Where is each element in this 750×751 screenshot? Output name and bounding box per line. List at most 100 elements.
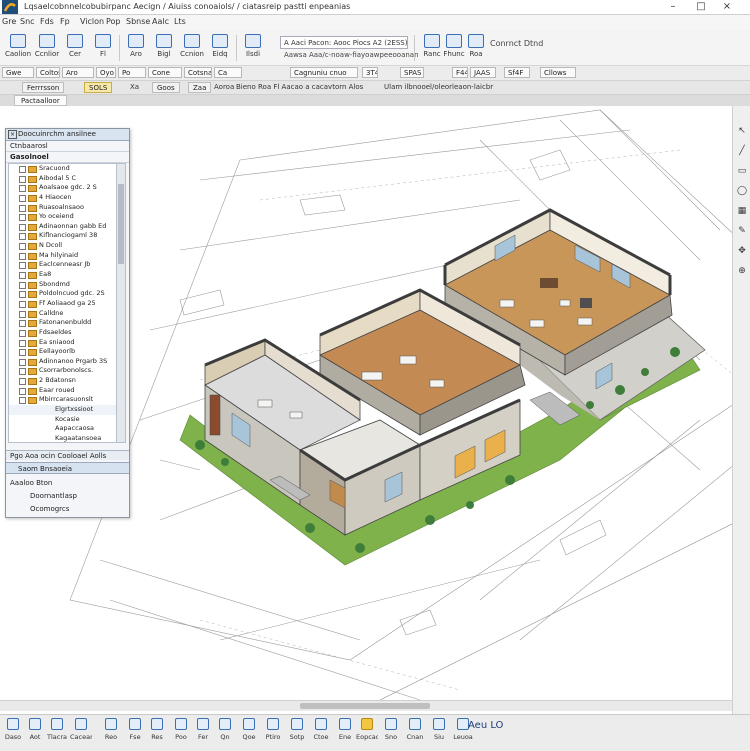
scrollbar-thumb[interactable] xyxy=(118,184,124,264)
bottom-tool-button[interactable]: Reo xyxy=(100,718,122,748)
menu-item[interactable]: Pop xyxy=(106,17,121,26)
option-field[interactable]: Po xyxy=(118,67,146,78)
layer-row[interactable]: Aibodal 5 C xyxy=(9,174,116,184)
bottom-tool-button[interactable]: Daso xyxy=(2,718,24,748)
visibility-checkbox[interactable] xyxy=(19,243,26,251)
layer-row[interactable]: Eaar roued xyxy=(9,386,116,396)
layer-row[interactable]: Mbirrcarasuonslt xyxy=(9,395,116,405)
grid-icon[interactable]: ▦ xyxy=(737,206,747,216)
option-field[interactable]: Sf4F xyxy=(504,67,530,78)
visibility-checkbox[interactable] xyxy=(19,272,26,280)
visibility-checkbox[interactable] xyxy=(19,378,26,386)
section-item[interactable]: Ocomogrcs xyxy=(30,505,69,513)
visibility-checkbox[interactable] xyxy=(19,262,26,270)
visibility-checkbox[interactable] xyxy=(19,214,26,222)
bottom-tool-button[interactable]: Ctoe xyxy=(310,718,332,748)
menu-item[interactable]: Lts xyxy=(174,17,186,26)
bottom-tool-button[interactable]: Sno xyxy=(380,718,402,748)
bottom-tool-button[interactable]: Tlacra xyxy=(46,718,68,748)
option-field[interactable]: Oyo xyxy=(96,67,116,78)
zoom-icon[interactable]: ⊕ xyxy=(737,266,747,276)
layer-row[interactable]: Fdsaeldes xyxy=(9,328,116,338)
option-field[interactable]: Cotsna xyxy=(184,67,212,78)
visibility-checkbox[interactable] xyxy=(19,204,26,212)
bottom-tool-button[interactable]: Fse xyxy=(124,718,146,748)
layer-subitem[interactable]: Kocasie xyxy=(9,415,116,425)
rectangle-icon[interactable]: ▭ xyxy=(737,166,747,176)
canvas-horizontal-scrollbar[interactable] xyxy=(0,700,732,711)
visibility-checkbox[interactable] xyxy=(19,194,26,202)
panel-scrollbar[interactable] xyxy=(116,163,126,443)
layer-row[interactable]: Csorrarbonolscs. xyxy=(9,366,116,376)
panel-section-header[interactable]: Saom Bnsaoeia xyxy=(6,462,129,474)
visibility-checkbox[interactable] xyxy=(19,320,26,328)
option-field[interactable]: JAAS xyxy=(470,67,496,78)
cursor-icon[interactable]: ↖ xyxy=(737,126,747,136)
bottom-tool-button[interactable]: Ene xyxy=(334,718,356,748)
menu-item[interactable]: Sbnse xyxy=(126,17,150,26)
bottom-tool-button[interactable]: Sotp xyxy=(286,718,308,748)
layer-subitem[interactable]: Elgrtxssioot xyxy=(9,405,116,415)
view-tab-active[interactable]: SOLS xyxy=(84,82,113,93)
visibility-checkbox[interactable] xyxy=(19,223,26,231)
layer-row[interactable]: Sracuond xyxy=(9,164,116,174)
minimize-button[interactable]: – xyxy=(662,0,684,14)
bottom-tool-button[interactable]: Qoe xyxy=(238,718,260,748)
standard-combo[interactable]: A Aaci Pacon: Aooc Piocs A2 (2ESS) xyxy=(280,36,408,49)
option-field[interactable]: Aro xyxy=(62,67,94,78)
close-button[interactable]: × xyxy=(716,0,738,14)
menu-item[interactable]: Snc xyxy=(20,17,35,26)
layer-row[interactable]: Poldolncuod gdc. 2S xyxy=(9,289,116,299)
bottom-tool-button[interactable]: Aot xyxy=(24,718,46,748)
option-field[interactable]: Cagnuniu cnuo xyxy=(290,67,358,78)
bottom-tool-button[interactable]: Fer xyxy=(192,718,214,748)
layer-row[interactable]: Adinaonnan gabb Ed xyxy=(9,222,116,232)
line-icon[interactable]: ╱ xyxy=(737,146,747,156)
layer-row[interactable]: Fatonanenbuldd xyxy=(9,318,116,328)
menu-item[interactable]: Fp xyxy=(60,17,70,26)
option-field[interactable]: Ca xyxy=(214,67,242,78)
visibility-checkbox[interactable] xyxy=(19,329,26,337)
layer-row[interactable]: Eellayoorlb xyxy=(9,347,116,357)
option-field[interactable]: Coltos xyxy=(36,67,60,78)
option-field[interactable]: 3T4 xyxy=(362,67,378,78)
layer-row[interactable]: N Dcoll xyxy=(9,241,116,251)
view-tab[interactable]: Goos xyxy=(152,82,180,93)
layer-row[interactable]: Ma hilyinaid xyxy=(9,251,116,261)
option-field[interactable]: Cllows xyxy=(540,67,576,78)
option-field[interactable]: F44 xyxy=(452,67,468,78)
ribbon-button[interactable]: Bigl xyxy=(150,33,178,63)
layer-row[interactable]: Kiflnanciogaml 38 xyxy=(9,231,116,241)
visibility-checkbox[interactable] xyxy=(19,252,26,260)
layer-row[interactable]: Eaclcenneasr Jb xyxy=(9,260,116,270)
visibility-checkbox[interactable] xyxy=(19,358,26,366)
visibility-checkbox[interactable] xyxy=(19,185,26,193)
bottom-tool-button[interactable]: Eopcao xyxy=(356,718,378,748)
section-item[interactable]: Doornantlasp xyxy=(30,492,77,500)
maximize-button[interactable]: □ xyxy=(690,0,712,14)
bottom-tool-button[interactable]: Ptiro xyxy=(262,718,284,748)
ribbon-button[interactable]: Roa xyxy=(462,33,490,63)
bottom-tool-button[interactable]: Siu xyxy=(428,718,450,748)
layer-row[interactable]: Ea8 xyxy=(9,270,116,280)
connect-label[interactable]: Conrnct Dtnd xyxy=(490,39,543,48)
bottom-tool-button[interactable]: Cnan xyxy=(404,718,426,748)
ribbon-button[interactable]: Caolion xyxy=(4,33,32,63)
ribbon-button[interactable]: Ccnlior xyxy=(33,33,61,63)
layer-row[interactable]: Adinnanoo Prgarb 3S xyxy=(9,357,116,367)
ribbon-button[interactable]: Aro xyxy=(122,33,150,63)
bottom-tool-button[interactable]: Res xyxy=(146,718,168,748)
visibility-checkbox[interactable] xyxy=(19,368,26,376)
visibility-checkbox[interactable] xyxy=(19,397,26,405)
menu-item[interactable]: Gre xyxy=(2,17,16,26)
move-icon[interactable]: ✥ xyxy=(737,246,747,256)
layer-subitem[interactable]: Kagaatansoea xyxy=(9,434,116,442)
visibility-checkbox[interactable] xyxy=(19,175,26,183)
visibility-checkbox[interactable] xyxy=(19,166,26,173)
menu-item[interactable]: Fds xyxy=(40,17,54,26)
visibility-checkbox[interactable] xyxy=(19,233,26,241)
layer-row[interactable]: Yo oceiend xyxy=(9,212,116,222)
panel-root[interactable]: Gasolnoel xyxy=(6,152,129,163)
visibility-checkbox[interactable] xyxy=(19,310,26,318)
menu-item[interactable]: Viclon xyxy=(80,17,104,26)
